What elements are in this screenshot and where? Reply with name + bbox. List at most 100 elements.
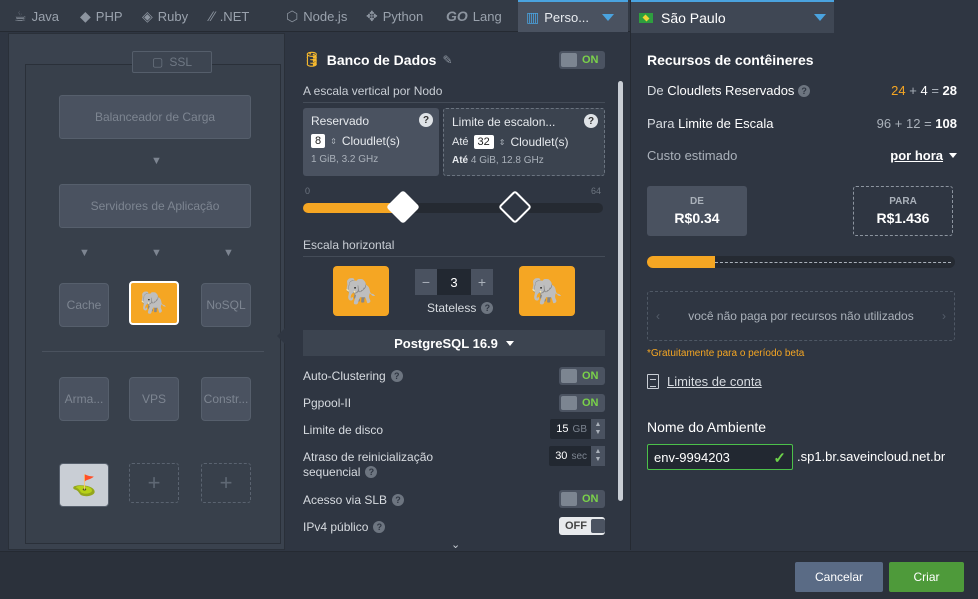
environment-name-input[interactable]: env-9994203 ✓ bbox=[647, 444, 793, 470]
tab-dotnet[interactable]: ⁄⁄ .NET bbox=[210, 0, 249, 32]
ssl-toggle[interactable]: ▢ SSL bbox=[132, 51, 212, 73]
python-icon: ✥ bbox=[366, 7, 378, 24]
slb-access-toggle[interactable]: ON bbox=[559, 490, 605, 508]
beta-note: *Gratuitamente para o período beta bbox=[647, 348, 805, 359]
cost-range-fill bbox=[647, 256, 715, 268]
scaling-limit-row: Para Limite de Escala 96 + 12 = 108 bbox=[647, 116, 957, 131]
postgresql-elephant-icon[interactable]: 🐘 bbox=[333, 266, 389, 316]
chevron-right-icon[interactable]: › bbox=[942, 309, 946, 323]
stepper-arrows-icon[interactable]: ▲ ▼ bbox=[591, 419, 605, 439]
lock-icon: ▢ bbox=[151, 55, 164, 69]
chevron-down-icon bbox=[814, 14, 826, 21]
public-ipv4-toggle[interactable]: OFF bbox=[559, 517, 605, 535]
resources-title: Recursos de contêineres bbox=[647, 52, 814, 68]
chevron-down-icon[interactable]: ⌄ bbox=[451, 538, 460, 551]
pgpool-toggle[interactable]: ON bbox=[559, 394, 605, 412]
vps-node[interactable]: VPS bbox=[129, 377, 179, 421]
add-node-button[interactable]: + bbox=[201, 463, 251, 503]
build-node[interactable]: Constr... bbox=[201, 377, 251, 421]
arrow-down-icon: ▼ bbox=[151, 155, 162, 167]
nosql-node[interactable]: NoSQL bbox=[201, 283, 251, 327]
stepper-arrows-icon[interactable]: ⇕ bbox=[330, 137, 337, 146]
chevron-left-icon[interactable]: ‹ bbox=[656, 309, 660, 323]
pricing-info-carousel: ‹ você não paga por recursos não utiliza… bbox=[647, 291, 955, 341]
version-select[interactable]: PostgreSQL 16.9 bbox=[303, 330, 605, 356]
dotnet-icon: ⁄⁄ bbox=[210, 8, 215, 24]
auto-clustering-label: Auto-Clustering? bbox=[303, 369, 403, 383]
add-node-button[interactable]: + bbox=[129, 463, 179, 503]
topology-wizard: ▢ SSL Balanceador de Carga ▼ Servidores d… bbox=[25, 51, 281, 544]
stepper-arrows-icon[interactable]: ▲ ▼ bbox=[591, 446, 605, 466]
help-icon[interactable]: ? bbox=[481, 302, 494, 314]
region-select[interactable]: São Paulo bbox=[631, 0, 834, 33]
config-scrollbar[interactable] bbox=[618, 81, 623, 501]
scaling-limit-box: Limite de escalon... ? Até 32 ⇕ Cloudlet(s)… bbox=[443, 108, 605, 176]
php-icon: ◆ bbox=[80, 7, 91, 24]
stepper-arrows-icon[interactable]: ⇕ bbox=[499, 138, 506, 147]
tab-go[interactable]: GO Lang bbox=[446, 0, 502, 32]
create-button[interactable]: Criar bbox=[889, 562, 964, 592]
pencil-icon[interactable]: ✎ bbox=[442, 53, 452, 67]
limit-title: Limite de escalon... bbox=[452, 115, 556, 129]
stateless-mode[interactable]: Stateless? bbox=[427, 301, 494, 315]
go-icon: GO bbox=[446, 8, 468, 24]
help-icon[interactable]: ? bbox=[584, 114, 598, 128]
arrow-down-icon: ▼ bbox=[151, 247, 162, 259]
load-balancer-node[interactable]: Balanceador de Carga bbox=[59, 95, 251, 139]
account-limits-link[interactable]: Limites de conta bbox=[647, 374, 762, 389]
cache-node[interactable]: Cache bbox=[59, 283, 109, 327]
disk-limit-input[interactable]: 15 GB ▲ ▼ bbox=[550, 419, 605, 439]
tab-ruby[interactable]: ◈ Ruby bbox=[142, 0, 188, 32]
layer-toggle[interactable]: ON bbox=[559, 51, 605, 69]
reserved-cloudlets-input[interactable]: 8 bbox=[311, 134, 326, 148]
decrement-button[interactable]: − bbox=[415, 269, 437, 295]
help-icon[interactable]: ? bbox=[373, 521, 386, 533]
summary-panel: São Paulo Recursos de contêineres De Clo… bbox=[630, 0, 978, 550]
limit-cloudlets-input[interactable]: 32 bbox=[473, 135, 494, 149]
help-icon[interactable]: ? bbox=[390, 370, 403, 382]
database-config-panel: 🛢 Banco de Dados ✎ ON A escala vertical … bbox=[285, 33, 627, 551]
ruby-icon: ◈ bbox=[142, 7, 153, 24]
reserved-slider-handle[interactable] bbox=[385, 190, 420, 224]
help-icon[interactable]: ? bbox=[392, 494, 405, 506]
help-icon[interactable]: ? bbox=[798, 84, 811, 97]
postgresql-elephant-icon: 🐘 bbox=[140, 290, 168, 315]
storage-node[interactable]: Arma... bbox=[59, 377, 109, 421]
app-servers-node[interactable]: Servidores de Aplicação bbox=[59, 184, 251, 228]
chevron-down-icon[interactable] bbox=[602, 13, 615, 21]
reserved-cloudlets-box: Reservado ? 8 ⇕ Cloudlet(s) 1 GiB, 3.2 GHz bbox=[303, 108, 439, 176]
slb-access-label: Acesso via SLB? bbox=[303, 493, 405, 507]
cost-period-select[interactable]: por hora bbox=[890, 148, 957, 163]
database-node[interactable]: 🐘 bbox=[129, 281, 179, 325]
tab-custom[interactable]: ▥ Perso... bbox=[518, 0, 628, 32]
database-icon: 🛢 bbox=[303, 51, 321, 67]
max-price-box: PARA R$1.436 bbox=[853, 186, 953, 236]
postgresql-elephant-icon[interactable]: 🐘 bbox=[519, 266, 575, 316]
restart-delay-input[interactable]: 30 sec ▲ ▼ bbox=[549, 446, 605, 466]
auto-clustering-toggle[interactable]: ON bbox=[559, 367, 605, 385]
increment-button[interactable]: + bbox=[471, 269, 493, 295]
cloudlet-slider[interactable] bbox=[303, 190, 603, 224]
extra-service-node[interactable]: ⛳ bbox=[59, 463, 109, 507]
divider bbox=[303, 256, 605, 257]
limit-slider-handle[interactable] bbox=[498, 190, 532, 224]
reserved-title: Reservado bbox=[311, 114, 370, 128]
cancel-button[interactable]: Cancelar bbox=[795, 562, 883, 592]
estimated-cost-row: Custo estimado por hora bbox=[647, 148, 957, 163]
help-icon[interactable]: ? bbox=[365, 466, 378, 478]
tab-nodejs[interactable]: ⬡ Node.js bbox=[286, 0, 347, 32]
environment-domain: .sp1.br.saveincloud.net.br bbox=[797, 449, 946, 464]
tab-java[interactable]: ☕ Java bbox=[14, 0, 59, 32]
reserved-cloudlets-row: De Cloudlets Reservados ? 24 + 4 = 28 bbox=[647, 83, 957, 98]
min-price-box: DE R$0.34 bbox=[647, 186, 747, 236]
limit-spec: 4 GiB, 12.8 GHz bbox=[470, 155, 544, 166]
engine-tab-bar: ☕ Java ◆ PHP ◈ Ruby ⁄⁄ .NET ⬡ Node.js ✥ Python… bbox=[0, 0, 630, 32]
tab-python[interactable]: ✥ Python bbox=[366, 0, 423, 32]
vertical-scale-label: A escala vertical por Nodo bbox=[303, 84, 443, 98]
arrow-down-icon: ▼ bbox=[223, 247, 234, 259]
tab-php[interactable]: ◆ PHP bbox=[80, 0, 123, 32]
brazil-flag-icon bbox=[639, 12, 653, 23]
node-count-input[interactable]: 3 bbox=[437, 269, 471, 295]
help-icon[interactable]: ? bbox=[419, 113, 433, 127]
nodejs-icon: ⬡ bbox=[286, 7, 299, 24]
